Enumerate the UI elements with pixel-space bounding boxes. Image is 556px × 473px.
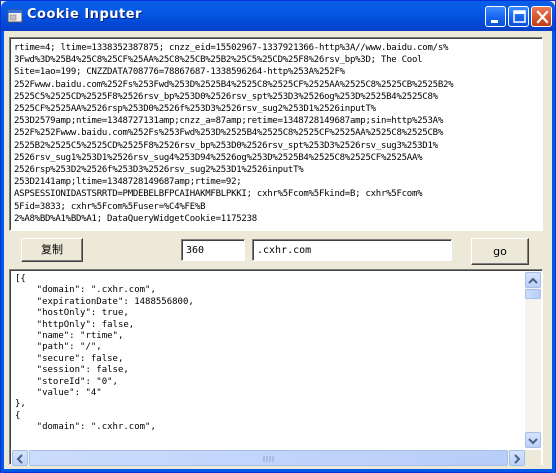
window-frame-left <box>1 31 4 473</box>
domain-input[interactable]: .cxhr.com <box>252 239 452 261</box>
arrow-down-icon <box>528 438 538 445</box>
minimize-button[interactable] <box>485 6 506 27</box>
json-output-textarea[interactable]: [{ "domain": ".cxhr.com", "expirationDat… <box>9 269 543 466</box>
window-title: Cookie Inputer <box>27 7 142 22</box>
close-icon <box>536 10 549 24</box>
minimize-icon <box>491 20 498 23</box>
arrow-up-icon <box>528 277 538 284</box>
cookie-string-text: rtime=4; ltime=1338352387875; cnzz_eid=1… <box>14 43 454 224</box>
expiry-days-input[interactable]: 360 <box>181 239 245 261</box>
vertical-scrollbar[interactable] <box>525 272 541 448</box>
cookie-inputer-window: Cookie Inputer rtime=4; ltime=1338352387… <box>0 0 556 473</box>
window-frame-bottom <box>1 469 555 472</box>
maximize-button[interactable] <box>508 6 529 27</box>
app-icon <box>7 9 23 23</box>
scroll-right-button[interactable] <box>509 450 525 466</box>
go-button[interactable]: go <box>471 238 529 265</box>
arrow-left-icon <box>16 454 23 464</box>
title-bar[interactable]: Cookie Inputer <box>1 1 555 31</box>
copy-button[interactable]: 复制 <box>21 238 83 262</box>
vertical-scroll-thumb[interactable] <box>525 289 541 299</box>
close-button[interactable] <box>531 6 552 27</box>
scroll-down-button[interactable] <box>525 432 541 448</box>
window-frame-right <box>552 31 555 473</box>
horizontal-scroll-thumb[interactable] <box>29 450 508 466</box>
grip-icon <box>263 456 274 462</box>
scroll-left-button[interactable] <box>12 450 28 466</box>
arrow-right-icon <box>514 454 521 464</box>
cookie-string-textarea[interactable]: rtime=4; ltime=1338352387875; cnzz_eid=1… <box>9 37 543 231</box>
json-output-text: [{ "domain": ".cxhr.com", "expirationDat… <box>15 274 194 433</box>
maximize-icon <box>513 10 526 23</box>
horizontal-scrollbar[interactable] <box>12 450 525 466</box>
scroll-up-button[interactable] <box>525 272 541 288</box>
scrollbar-corner <box>525 450 541 466</box>
